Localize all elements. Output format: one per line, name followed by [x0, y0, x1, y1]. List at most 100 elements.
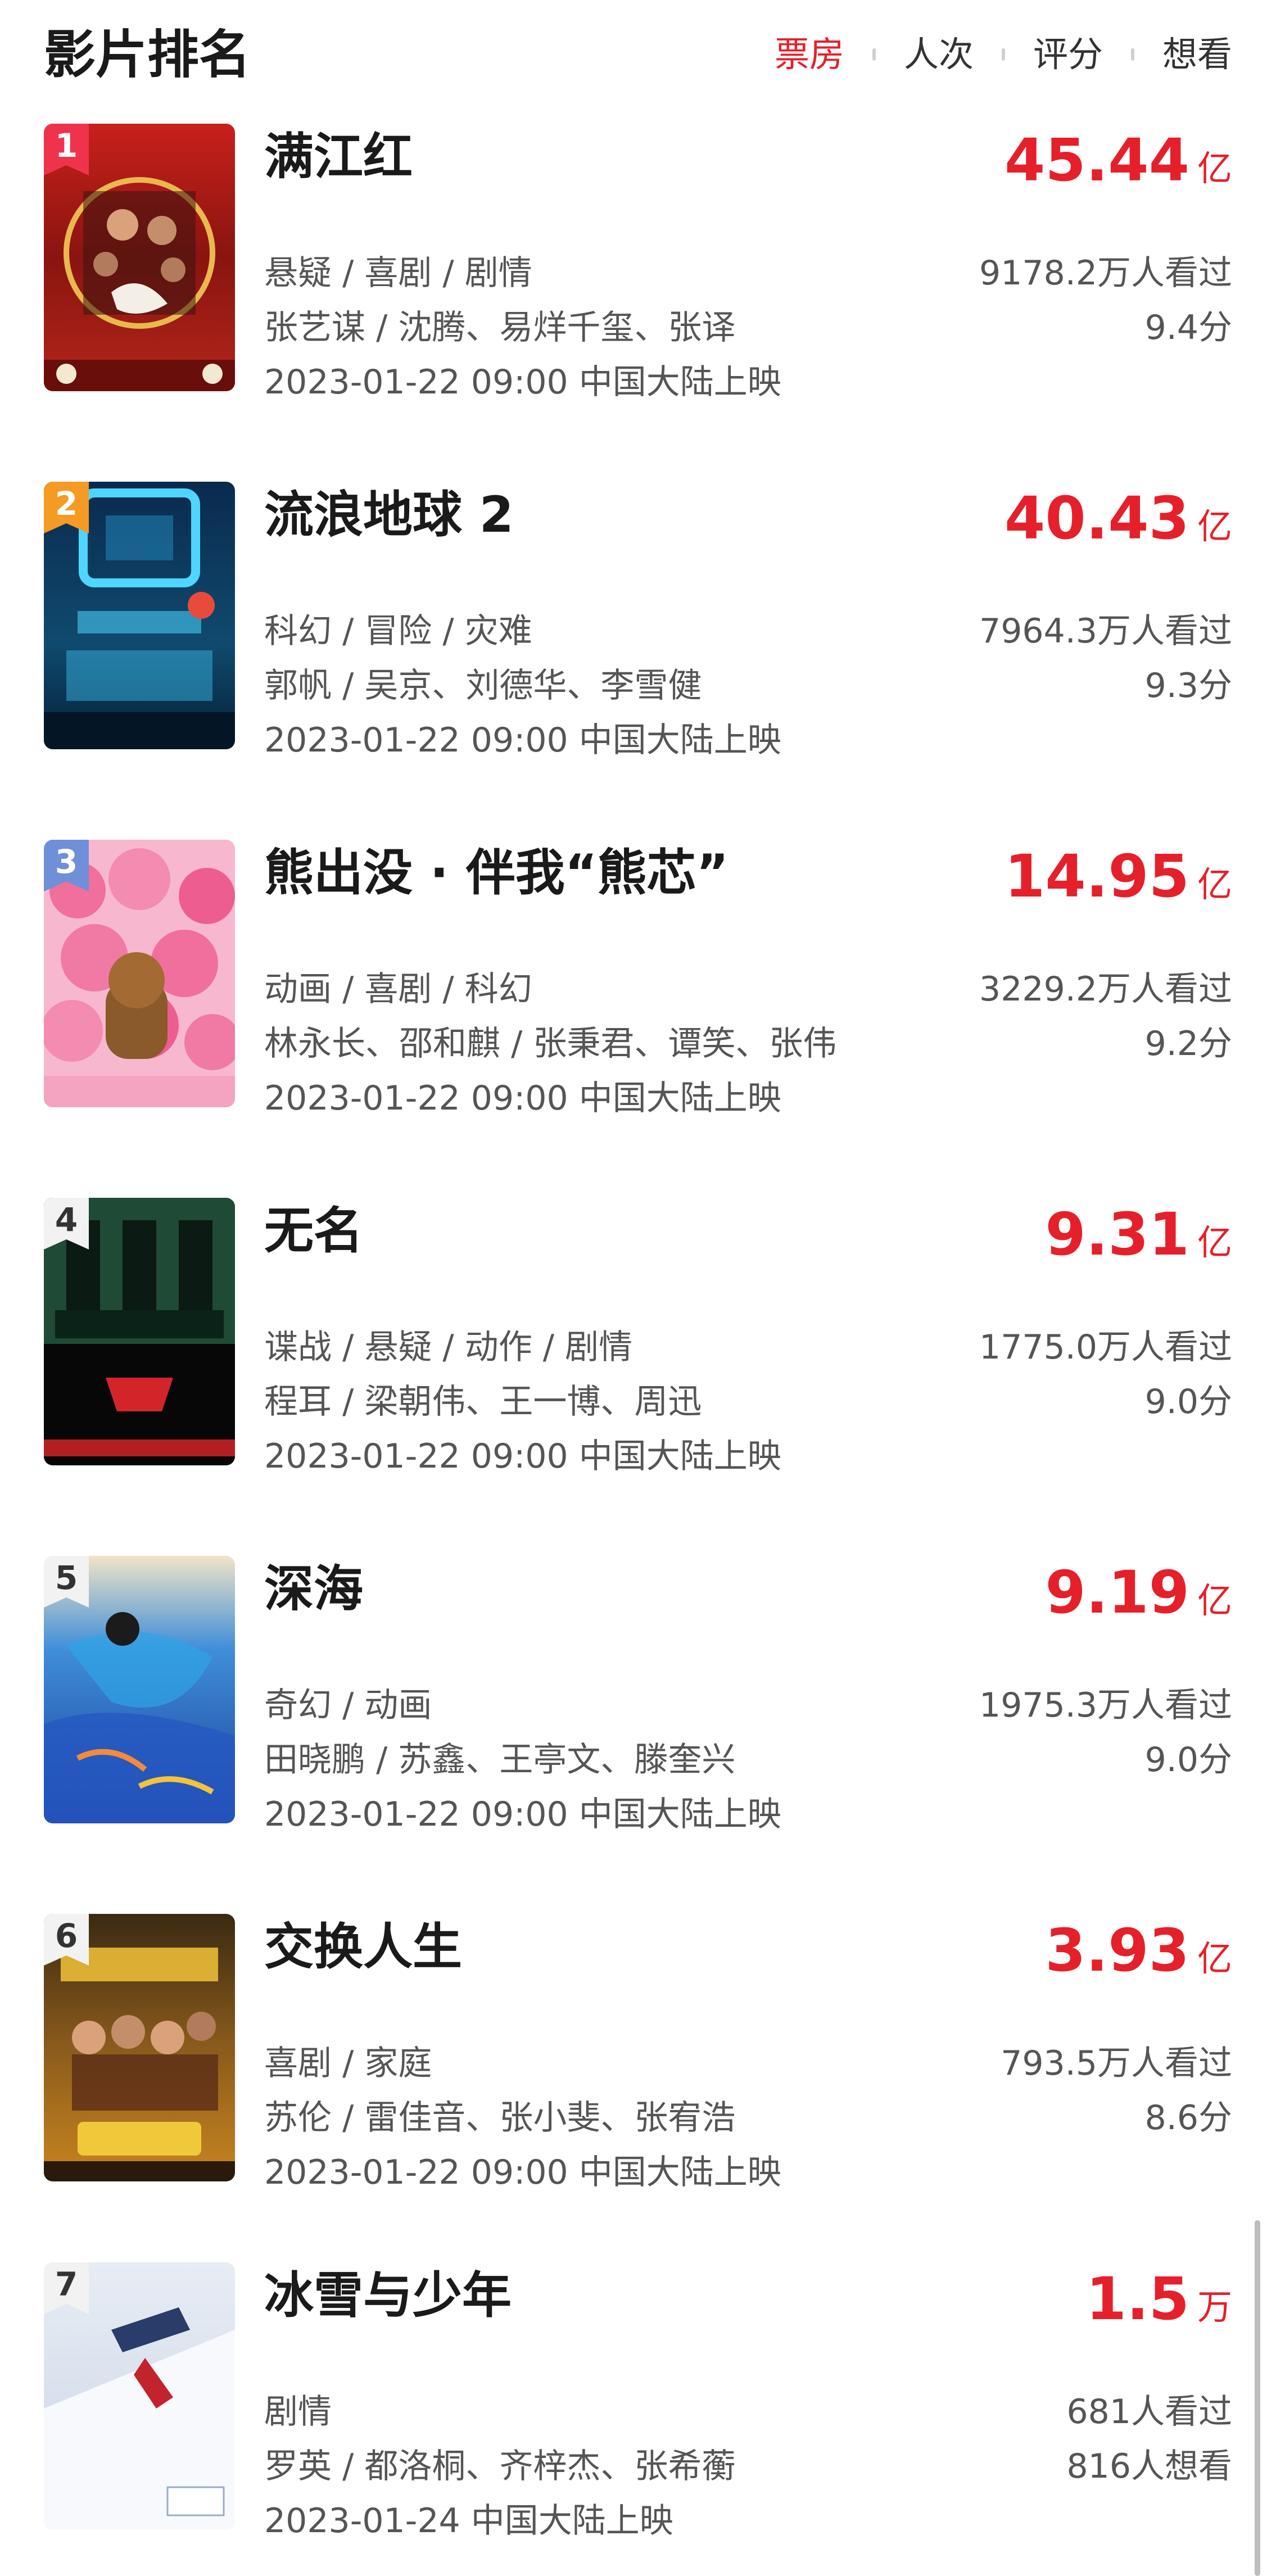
- movie-poster[interactable]: 5: [44, 1556, 235, 1823]
- box-office-value: 1.5: [1085, 2265, 1189, 2333]
- viewer-count: 7964.3万人看过: [979, 612, 1232, 651]
- release-date: 2023-01-22 09:00 中国大陆上映: [264, 1795, 781, 1834]
- viewer-count: 1775.0万人看过: [979, 1328, 1232, 1367]
- box-office-unit: 亿: [1197, 864, 1232, 905]
- scrollbar[interactable]: [1255, 2220, 1260, 2576]
- rank-number: 6: [55, 1917, 78, 1955]
- box-office-value: 45.44: [1004, 126, 1189, 194]
- rank-number: 7: [55, 2265, 78, 2303]
- rank-badge: 5: [44, 1556, 89, 1608]
- tab-divider: [1001, 48, 1005, 61]
- movie-genres: 剧情: [264, 2392, 332, 2432]
- tab-attendance[interactable]: 人次: [904, 29, 974, 80]
- box-office: 14.95 亿: [1004, 845, 1232, 925]
- movie-title[interactable]: 冰雪与少年: [264, 2265, 512, 2326]
- rank-badge: 3: [44, 840, 89, 891]
- box-office-value: 3.93: [1045, 1916, 1189, 1985]
- movie-genres: 悬疑 / 喜剧 / 剧情: [264, 253, 532, 293]
- movie-cast: 罗英 / 都洛桐、齐梓杰、张希蘅: [264, 2447, 736, 2486]
- movie-row[interactable]: 3 熊出没 · 伴我“熊芯” 14.95 亿 动画 / 喜剧 / 科幻 林永长、邵…: [0, 840, 1276, 1121]
- release-date: 2023-01-24 中国大陆上映: [264, 2501, 673, 2541]
- movie-row[interactable]: 4 无名 9.31 亿 谍战 / 悬疑 / 动作 / 剧情 程耳 / 梁朝伟、王一…: [0, 1198, 1276, 1479]
- box-office: 1.5 万: [1086, 2268, 1232, 2347]
- movie-row[interactable]: 6 交换人生 3.93 亿 喜剧 / 家庭 苏伦 / 雷佳音、张小斐、张宥浩 20…: [0, 1914, 1276, 2195]
- movie-cast: 张艺谋 / 沈腾、易烊千玺、张译: [264, 308, 736, 347]
- rank-number: 5: [55, 1559, 78, 1597]
- movie-score: 8.6分: [1144, 2098, 1232, 2138]
- release-date: 2023-01-22 09:00 中国大陆上映: [264, 363, 781, 402]
- box-office-unit: 亿: [1197, 506, 1232, 547]
- sort-tabs: 票房 人次 评分 想看: [775, 29, 1232, 80]
- movie-title[interactable]: 无名: [264, 1200, 363, 1262]
- movie-genres: 动画 / 喜剧 / 科幻: [264, 970, 532, 1009]
- rank-number: 3: [55, 843, 78, 881]
- tab-divider: [1130, 48, 1134, 61]
- tab-rating[interactable]: 评分: [1033, 29, 1103, 80]
- movie-title[interactable]: 交换人生: [264, 1916, 462, 1978]
- rank-badge: 6: [44, 1914, 89, 1966]
- viewer-count: 9178.2万人看过: [979, 253, 1232, 293]
- movie-title[interactable]: 深海: [264, 1558, 363, 1620]
- box-office: 3.93 亿: [1045, 1919, 1232, 1999]
- movie-title[interactable]: 满江红: [264, 126, 413, 188]
- movie-cast: 林永长、邵和麒 / 张秉君、谭笑、张伟: [264, 1024, 837, 1063]
- box-office: 40.43 亿: [1004, 487, 1232, 567]
- want-to-see-count: 816人想看: [1066, 2447, 1232, 2486]
- box-office-unit: 亿: [1197, 1580, 1232, 1621]
- box-office-unit: 亿: [1197, 1222, 1232, 1263]
- viewer-count: 793.5万人看过: [1001, 2044, 1232, 2083]
- rank-badge: 4: [44, 1198, 89, 1249]
- rank-badge: 7: [44, 2262, 89, 2314]
- box-office-value: 40.43: [1004, 484, 1189, 553]
- box-office-unit: 亿: [1197, 1938, 1232, 1979]
- header: 影片排名 票房 人次 评分 想看: [0, 0, 1276, 112]
- box-office-value: 9.19: [1045, 1558, 1189, 1627]
- movie-row[interactable]: 5 深海 9.19 亿 奇幻 / 动画 田晓鹏 / 苏鑫、王亭文、滕奎兴 2023…: [0, 1556, 1276, 1837]
- release-date: 2023-01-22 09:00 中国大陆上映: [264, 1079, 781, 1118]
- tab-want-to-see[interactable]: 想看: [1162, 29, 1232, 80]
- movie-poster[interactable]: 1: [44, 124, 235, 391]
- rank-badge: 1: [44, 124, 89, 175]
- movie-title[interactable]: 流浪地球 2: [264, 484, 514, 546]
- rank-number: 4: [55, 1201, 78, 1239]
- movie-cast: 苏伦 / 雷佳音、张小斐、张宥浩: [264, 2098, 736, 2138]
- movie-genres: 谍战 / 悬疑 / 动作 / 剧情: [264, 1328, 633, 1367]
- movie-poster[interactable]: 3: [44, 840, 235, 1107]
- movie-row[interactable]: 2 流浪地球 2 40.43 亿 科幻 / 冒险 / 灾难 郭帆 / 吴京、刘德华…: [0, 482, 1276, 763]
- rank-number: 1: [55, 126, 78, 165]
- release-date: 2023-01-22 09:00 中国大陆上映: [264, 721, 781, 760]
- movie-poster[interactable]: 2: [44, 482, 235, 749]
- movie-score: 9.4分: [1144, 308, 1232, 347]
- viewer-count: 681人看过: [1066, 2392, 1232, 2432]
- movie-score: 9.0分: [1144, 1740, 1232, 1780]
- movie-poster[interactable]: 4: [44, 1198, 235, 1465]
- movie-cast: 程耳 / 梁朝伟、王一博、周迅: [264, 1382, 702, 1421]
- movie-row[interactable]: 7 冰雪与少年 1.5 万 剧情 罗英 / 都洛桐、齐梓杰、张希蘅 2023-01…: [0, 2262, 1276, 2543]
- movie-poster[interactable]: 7: [44, 2262, 235, 2530]
- box-office-value: 14.95: [1004, 842, 1189, 911]
- box-office: 45.44 亿: [1004, 129, 1232, 209]
- movie-title[interactable]: 熊出没 · 伴我“熊芯”: [264, 842, 729, 904]
- movie-score: 9.0分: [1144, 1382, 1232, 1421]
- movie-row[interactable]: 1 满江红 45.44 亿 悬疑 / 喜剧 / 剧情 张艺谋 / 沈腾、易烊千玺、…: [0, 124, 1276, 405]
- box-office-value: 9.31: [1045, 1200, 1189, 1269]
- rank-number: 2: [55, 485, 78, 523]
- rank-badge: 2: [44, 482, 89, 533]
- tab-box-office[interactable]: 票房: [775, 29, 844, 80]
- movie-genres: 喜剧 / 家庭: [264, 2044, 432, 2083]
- movie-genres: 奇幻 / 动画: [264, 1686, 432, 1725]
- box-office: 9.19 亿: [1045, 1561, 1232, 1641]
- box-office-unit: 亿: [1197, 148, 1232, 189]
- viewer-count: 3229.2万人看过: [979, 970, 1232, 1009]
- movie-genres: 科幻 / 冒险 / 灾难: [264, 612, 532, 651]
- movie-poster[interactable]: 6: [44, 1914, 235, 2181]
- movie-cast: 田晓鹏 / 苏鑫、王亭文、滕奎兴: [264, 1740, 736, 1780]
- box-office: 9.31 亿: [1045, 1203, 1232, 1283]
- box-office-unit: 万: [1197, 2287, 1232, 2328]
- tab-divider: [872, 48, 876, 61]
- movie-score: 9.3分: [1144, 666, 1232, 705]
- movie-cast: 郭帆 / 吴京、刘德华、李雪健: [264, 666, 702, 705]
- release-date: 2023-01-22 09:00 中国大陆上映: [264, 1437, 781, 1476]
- page-title: 影片排名: [44, 25, 251, 85]
- release-date: 2023-01-22 09:00 中国大陆上映: [264, 2153, 781, 2192]
